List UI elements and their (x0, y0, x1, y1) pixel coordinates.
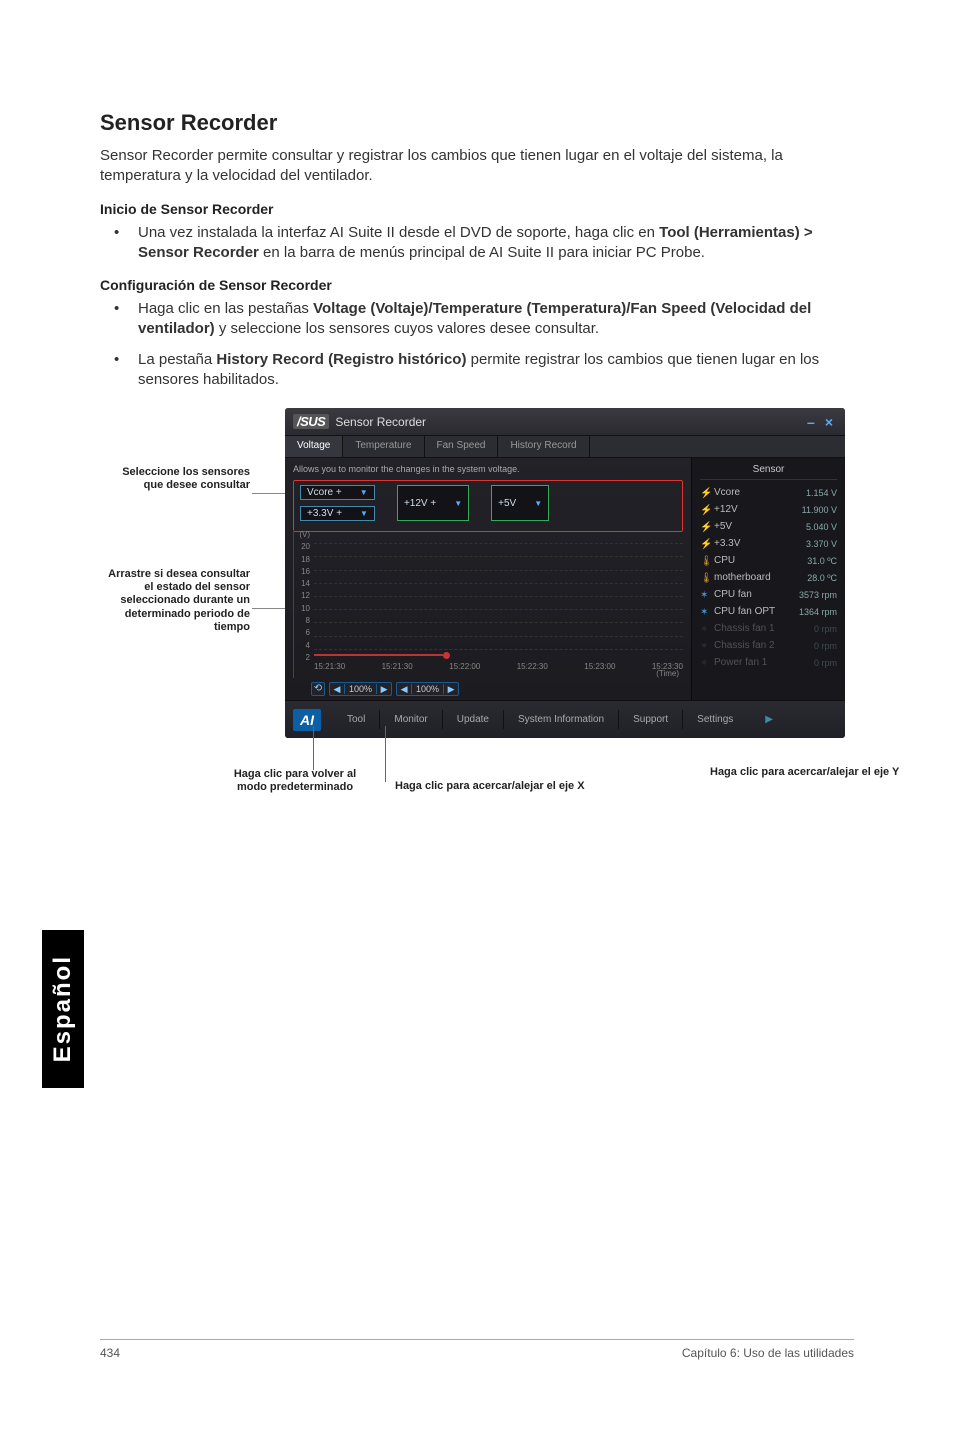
tab-bar: Voltage Temperature Fan Speed History Re… (285, 436, 845, 458)
bottom-toolbar: AI Tool Monitor Update System Informatio… (285, 700, 845, 738)
zoom-y-out-button[interactable]: ◀ (397, 684, 411, 695)
fan-icon: ✶ (700, 590, 710, 600)
thermometer-icon: 🌡 (700, 573, 710, 583)
zoom-y-in-button[interactable]: ▶ (444, 684, 458, 695)
x-axis: 15:21:30 15:21:30 15:22:00 15:22:30 15:2… (314, 662, 683, 678)
bullet-tabs: Haga clic en las pestañas Voltage (Volta… (100, 299, 854, 340)
subhead-start: Inicio de Sensor Recorder (100, 201, 854, 217)
sensor-row-cpu-temp[interactable]: 🌡CPU31.0 ºC (700, 552, 837, 569)
sensor-row-chassis-fan-1[interactable]: ✶Chassis fan 10 rpm (700, 620, 837, 637)
minimize-button[interactable]: – (807, 414, 815, 430)
sensor-row-power-fan-1[interactable]: ✶Power fan 10 rpm (700, 654, 837, 671)
select-vcore[interactable]: Vcore +▼ (300, 485, 375, 500)
sensor-row-cpu-fan-opt[interactable]: ✶CPU fan OPT1364 rpm (700, 603, 837, 620)
zoom-x-value: 100% (344, 684, 377, 694)
bolt-icon: ⚡ (700, 539, 710, 549)
annotated-screenshot: Seleccione los sensores que desee consul… (100, 408, 854, 828)
select-5v[interactable]: +5V▼ (491, 485, 549, 521)
fan-icon: ✶ (700, 658, 710, 668)
chevron-down-icon: ▼ (454, 499, 462, 508)
page-number: 434 (100, 1346, 120, 1360)
fan-icon: ✶ (700, 624, 710, 634)
chapter-title: Capítulo 6: Uso de las utilidades (682, 1346, 854, 1360)
callout-select-sensors: Seleccione los sensores que desee consul… (100, 466, 250, 492)
chevron-down-icon: ▼ (534, 499, 542, 508)
zoom-x-control: ◀ 100% ▶ (329, 682, 392, 696)
chevron-down-icon: ▼ (360, 488, 368, 497)
tab-temperature[interactable]: Temperature (343, 436, 424, 457)
select-3v3[interactable]: +3.3V +▼ (300, 506, 375, 521)
bb-support-button[interactable]: Support (619, 710, 683, 729)
sensor-recorder-window: /SUS Sensor Recorder – × Voltage Tempera… (285, 408, 845, 738)
zoom-y-control: ◀ 100% ▶ (396, 682, 459, 696)
thermometer-icon: 🌡 (700, 556, 710, 566)
select-12v[interactable]: +12V +▼ (397, 485, 469, 521)
callout-drag-timeline: Arrastre si desea consultar el estado de… (100, 568, 250, 634)
section-title: Sensor Recorder (100, 110, 854, 136)
sensor-row-3v3[interactable]: ⚡+3.3V3.370 V (700, 535, 837, 552)
zoom-y-value: 100% (411, 684, 444, 694)
bolt-icon: ⚡ (700, 522, 710, 532)
bb-monitor-button[interactable]: Monitor (380, 710, 442, 729)
bb-settings-button[interactable]: Settings (683, 710, 747, 729)
sensor-row-mb-temp[interactable]: 🌡motherboard28.0 ºC (700, 569, 837, 586)
page-footer: 434 Capítulo 6: Uso de las utilidades (100, 1339, 854, 1360)
chart-panel: Allows you to monitor the changes in the… (285, 458, 691, 700)
chart-caption: Allows you to monitor the changes in the… (293, 464, 683, 474)
series-line-vcore (314, 654, 443, 656)
bb-sysinfo-button[interactable]: System Information (504, 710, 619, 729)
zoom-x-out-button[interactable]: ◀ (330, 684, 344, 695)
callout-zoom-y: Haga clic para acercar/alejar el eje Y (710, 766, 954, 779)
sensor-select-row: Vcore +▼ +3.3V +▼ +12V +▼ +5V▼ (293, 480, 683, 532)
bullet-history: La pestaña History Record (Registro hist… (100, 350, 854, 391)
callout-reset: Haga clic para volver al modo predetermi… (230, 768, 360, 794)
subhead-config: Configuración de Sensor Recorder (100, 277, 854, 293)
sensor-row-5v[interactable]: ⚡+5V5.040 V (700, 518, 837, 535)
sensor-row-vcore[interactable]: ⚡Vcore1.154 V (700, 484, 837, 501)
titlebar: /SUS Sensor Recorder – × (285, 408, 845, 436)
sensor-row-chassis-fan-2[interactable]: ✶Chassis fan 20 rpm (700, 637, 837, 654)
fan-icon: ✶ (700, 641, 710, 651)
bullet-start: Una vez instalada la interfaz AI Suite I… (100, 223, 854, 264)
callout-zoom-x: Haga clic para acercar/alejar el eje X (395, 780, 695, 793)
ai-suite-logo[interactable]: AI (293, 709, 321, 731)
zoom-controls: ⟲ ◀ 100% ▶ ◀ 100% ▶ (311, 682, 459, 696)
brand-logo: /SUS (293, 414, 329, 429)
chart-plot-area (314, 530, 683, 662)
sensor-side-panel: Sensor ⚡Vcore1.154 V ⚡+12V11.900 V ⚡+5V5… (691, 458, 845, 700)
zoom-x-in-button[interactable]: ▶ (377, 684, 391, 695)
bolt-icon: ⚡ (700, 505, 710, 515)
x-axis-label: (Time) (656, 669, 679, 678)
series-runner (443, 652, 450, 659)
bolt-icon: ⚡ (700, 488, 710, 498)
voltage-chart[interactable]: (V) 20 18 16 14 12 10 8 6 4 2 (293, 530, 683, 678)
zoom-reset-button[interactable]: ⟲ (311, 682, 325, 696)
tab-history-record[interactable]: History Record (498, 436, 589, 457)
section-intro: Sensor Recorder permite consultar y regi… (100, 146, 854, 187)
language-tab: Español (42, 930, 84, 1088)
tab-voltage[interactable]: Voltage (285, 436, 343, 457)
chevron-down-icon: ▼ (360, 509, 368, 518)
chevron-right-icon[interactable]: ▶ (759, 714, 779, 725)
close-button[interactable]: × (825, 414, 833, 430)
bb-update-button[interactable]: Update (443, 710, 504, 729)
sensor-row-cpu-fan[interactable]: ✶CPU fan3573 rpm (700, 586, 837, 603)
fan-icon: ✶ (700, 607, 710, 617)
tab-fan-speed[interactable]: Fan Speed (425, 436, 499, 457)
window-title: Sensor Recorder (335, 415, 426, 429)
bb-tool-button[interactable]: Tool (333, 710, 380, 729)
y-axis: (V) 20 18 16 14 12 10 8 6 4 2 (294, 530, 312, 662)
sensor-row-12v[interactable]: ⚡+12V11.900 V (700, 501, 837, 518)
side-panel-title: Sensor (700, 464, 837, 480)
